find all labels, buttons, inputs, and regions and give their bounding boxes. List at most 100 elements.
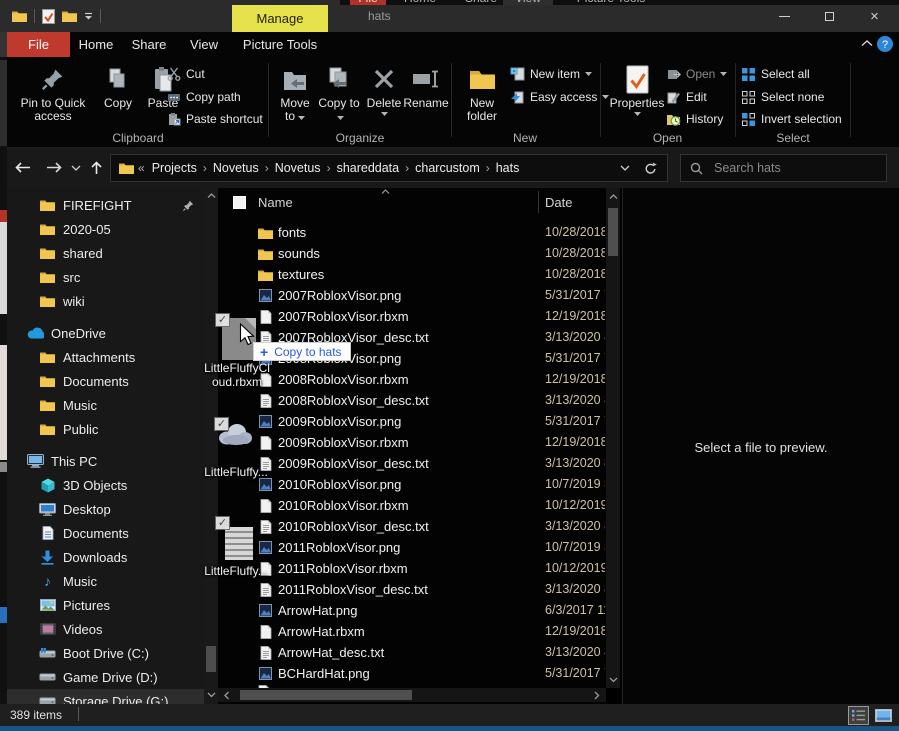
sidebar-item-downloads[interactable]: Downloads — [7, 545, 204, 569]
collapse-ribbon-icon[interactable] — [861, 40, 873, 47]
file-row[interactable]: ArrowHat.rbxm12/19/2018 — [218, 621, 606, 642]
cut-button[interactable]: Cut — [166, 65, 205, 83]
sidebar-item-boot-drive-c[interactable]: Boot Drive (C:) — [7, 641, 204, 665]
sidebar-item-attachments[interactable]: Attachments — [7, 345, 204, 369]
file-row[interactable]: fonts10/28/2018 — [218, 222, 606, 243]
sidebar-item-pictures[interactable]: Pictures — [7, 593, 204, 617]
file-row[interactable]: 2010RobloxVisor.rbxm10/12/2019 — [218, 495, 606, 516]
file-row[interactable]: sounds10/28/2018 — [218, 243, 606, 264]
qat-properties-icon[interactable] — [42, 9, 55, 24]
sidebar-item-onedrive[interactable]: OneDrive — [7, 321, 204, 345]
sidebar-item-videos[interactable]: Videos — [7, 617, 204, 641]
breadcrumb-item-hats[interactable]: hats — [491, 161, 525, 175]
new-item-button[interactable]: New item — [510, 65, 592, 83]
tab-file[interactable]: File — [7, 32, 70, 57]
sidebar-item-public[interactable]: Public — [7, 417, 204, 441]
file-row[interactable]: 2011RobloxVisor.rbxm10/12/2019 — [218, 558, 606, 579]
sidebar-item-firefight[interactable]: FIREFIGHT — [7, 193, 204, 217]
select-none-button[interactable]: Select none — [741, 88, 824, 106]
sidebar-scrollbar[interactable] — [204, 188, 218, 704]
select-all-checkbox[interactable] — [233, 196, 246, 209]
file-row[interactable]: ArrowHat_desc.txt3/13/2020 8 — [218, 642, 606, 663]
sidebar-item-documents[interactable]: Documents — [7, 521, 204, 545]
properties-button[interactable]: Properties — [608, 61, 666, 116]
invert-selection-button[interactable]: Invert selection — [741, 110, 842, 128]
sidebar-item-this-pc[interactable]: This PC — [7, 449, 204, 473]
copy-button[interactable]: Copy — [96, 61, 140, 110]
file-row[interactable]: 2011RobloxVisor.png10/7/2019 3 — [218, 537, 606, 558]
file-row[interactable]: BCHardHat.png5/31/2017 7 — [218, 663, 606, 684]
sidebar-scrollbar-thumb[interactable] — [206, 646, 216, 672]
column-header-name[interactable]: Name — [258, 195, 293, 210]
file-list-horizontal-scrollbar[interactable] — [218, 688, 606, 702]
details-view-button[interactable] — [848, 706, 869, 725]
recent-locations-icon[interactable] — [71, 165, 81, 171]
up-icon[interactable] — [90, 160, 103, 175]
file-row[interactable]: 2008RobloxVisor.png5/31/2017 7 — [218, 348, 606, 369]
qat-new-folder-icon[interactable] — [62, 10, 77, 22]
scroll-up-icon[interactable] — [204, 190, 218, 202]
scrollbar-thumb[interactable] — [240, 690, 412, 700]
delete-button[interactable]: Delete — [362, 61, 406, 116]
breadcrumb-item-novetus[interactable]: Novetus — [270, 161, 326, 175]
move-to-button[interactable]: Move to — [274, 61, 316, 123]
thumbnails-view-button[interactable] — [873, 706, 894, 725]
sidebar-item-2020-05[interactable]: 2020-05 — [7, 217, 204, 241]
qat-customize-dropdown-icon[interactable] — [84, 12, 93, 20]
help-icon[interactable]: ? — [876, 35, 894, 53]
address-bar[interactable]: « Projects›Novetus›Novetus›shareddata›ch… — [110, 154, 668, 182]
tab-view[interactable]: View — [176, 32, 232, 57]
scroll-up-icon[interactable] — [606, 191, 620, 203]
sidebar-item-music[interactable]: ♪Music — [7, 569, 204, 593]
file-row[interactable]: 2009RobloxVisor_desc.txt3/13/2020 8 — [218, 453, 606, 474]
rename-button[interactable]: Rename — [404, 61, 448, 110]
column-divider[interactable] — [538, 191, 539, 213]
sidebar-item-desktop[interactable]: Desktop — [7, 497, 204, 521]
file-row[interactable]: 2009RobloxVisor.rbxm12/19/2018 — [218, 432, 606, 453]
breadcrumb-overflow-icon[interactable]: « — [138, 161, 145, 175]
file-row[interactable]: 2007RobloxVisor.png5/31/2017 7 — [218, 285, 606, 306]
tab-picture-tools[interactable]: Picture Tools — [232, 32, 328, 57]
sidebar-item-wiki[interactable]: wiki — [7, 289, 204, 313]
sidebar-item-3d-objects[interactable]: 3D Objects — [7, 473, 204, 497]
file-row[interactable]: 2010RobloxVisor.png10/7/2019 3 — [218, 474, 606, 495]
breadcrumb-item-novetus[interactable]: Novetus — [208, 161, 264, 175]
scrollbar-thumb[interactable] — [608, 208, 618, 256]
scroll-left-icon[interactable] — [220, 689, 234, 701]
tab-share[interactable]: Share — [122, 32, 176, 57]
file-row[interactable]: 2007RobloxVisor.rbxm12/19/2018 — [218, 306, 606, 327]
paste-shortcut-button[interactable]: Paste shortcut — [166, 110, 263, 128]
back-icon[interactable] — [14, 161, 31, 174]
qat-folder-icon[interactable] — [12, 10, 27, 22]
file-list-vertical-scrollbar[interactable] — [606, 188, 620, 688]
select-all-button[interactable]: Select all — [741, 65, 810, 83]
sidebar-item-game-drive-d[interactable]: Game Drive (D:) — [7, 665, 204, 689]
easy-access-button[interactable]: Easy access — [510, 88, 609, 106]
copy-path-button[interactable]: Copy path — [166, 88, 241, 106]
scroll-right-icon[interactable] — [590, 689, 604, 701]
pin-to-quick-access-button[interactable]: Pin to Quick access — [10, 61, 96, 123]
tab-home[interactable]: Home — [70, 32, 122, 57]
edit-button[interactable]: Edit — [666, 88, 707, 106]
file-row[interactable]: textures10/28/2018 — [218, 264, 606, 285]
search-input[interactable] — [712, 160, 852, 176]
sidebar-item-music[interactable]: Music — [7, 393, 204, 417]
scroll-down-icon[interactable] — [204, 689, 218, 701]
file-row[interactable]: 2009RobloxVisor.png5/31/2017 7 — [218, 411, 606, 432]
forward-icon[interactable] — [46, 161, 63, 174]
history-button[interactable]: History — [666, 110, 723, 128]
open-button[interactable]: Open — [666, 65, 727, 83]
breadcrumb-item-projects[interactable]: Projects — [147, 161, 202, 175]
address-dropdown-icon[interactable] — [620, 165, 630, 171]
file-row[interactable]: 2010RobloxVisor_desc.txt3/13/2020 8 — [218, 516, 606, 537]
file-row[interactable]: 2011RobloxVisor_desc.txt3/13/2020 8 — [218, 579, 606, 600]
sidebar-item-shared[interactable]: shared — [7, 241, 204, 265]
file-row[interactable]: ArrowHat.png6/3/2017 11 — [218, 600, 606, 621]
breadcrumb-item-shareddata[interactable]: shareddata — [332, 161, 405, 175]
column-header-date[interactable]: Date — [545, 195, 572, 210]
sidebar-item-storage-drive-g[interactable]: Storage Drive (G:) — [7, 689, 204, 704]
file-row[interactable]: 2007RobloxVisor_desc.txt3/13/2020 8 — [218, 327, 606, 348]
copy-to-button[interactable]: Copy to — [318, 61, 360, 123]
file-row[interactable]: 2008RobloxVisor.rbxm12/19/2018 — [218, 369, 606, 390]
refresh-icon[interactable] — [644, 162, 657, 175]
